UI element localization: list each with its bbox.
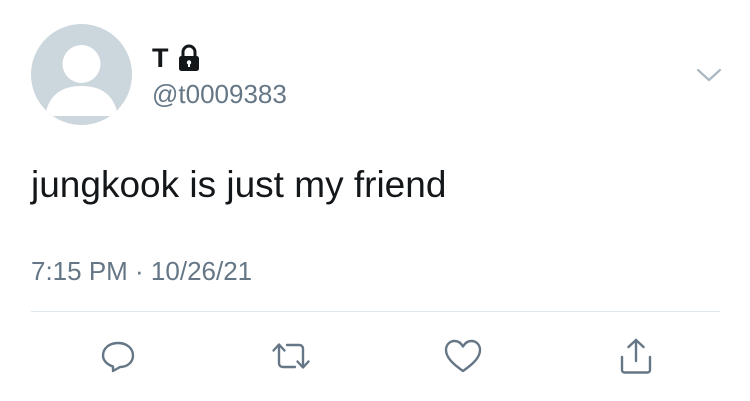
avatar[interactable] <box>31 24 132 125</box>
like-button[interactable] <box>443 336 483 376</box>
share-icon <box>620 338 652 374</box>
chevron-down-icon[interactable] <box>694 60 724 90</box>
tweet-timestamp[interactable]: 7:15 PM · 10/26/21 <box>31 255 252 287</box>
default-avatar-icon <box>45 45 118 116</box>
reply-icon <box>101 341 135 373</box>
user-handle[interactable]: @t0009383 <box>152 78 287 110</box>
divider <box>31 311 720 312</box>
author-row: T <box>152 42 201 74</box>
reply-button[interactable] <box>98 336 138 376</box>
share-button[interactable] <box>616 336 656 376</box>
display-name[interactable]: T <box>152 42 169 74</box>
tweet-card: T @t0009383 jungkook is just my friend 7… <box>0 0 750 401</box>
retweet-button[interactable] <box>271 336 311 376</box>
heart-icon <box>444 339 482 373</box>
retweet-icon <box>272 343 310 369</box>
lock-icon <box>177 44 201 72</box>
tweet-text: jungkook is just my friend <box>31 164 447 205</box>
